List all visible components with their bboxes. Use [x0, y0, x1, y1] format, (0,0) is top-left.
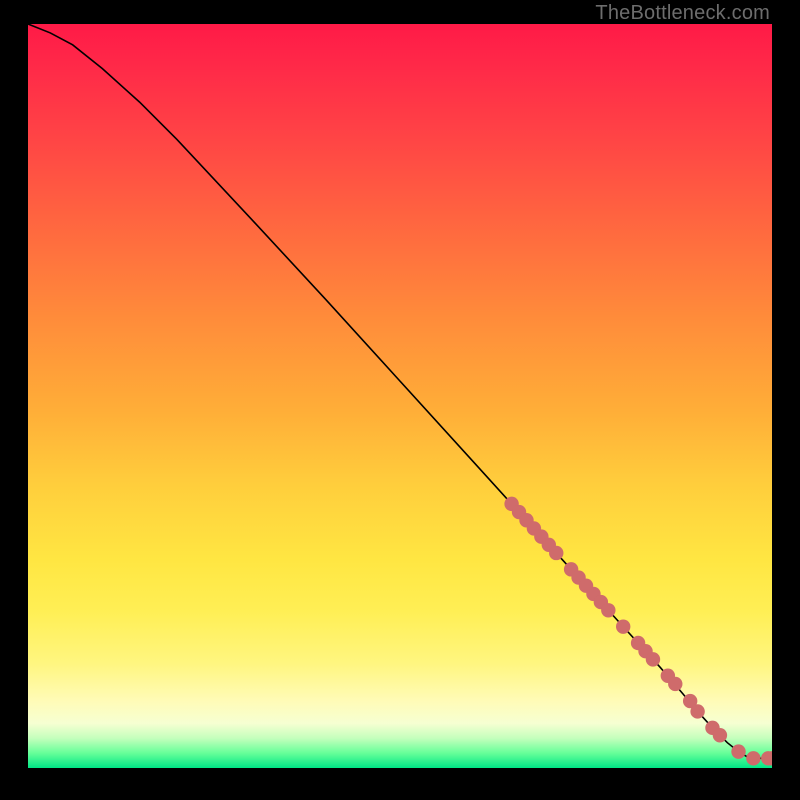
plot-svg: [28, 24, 772, 768]
markers-group: [504, 497, 772, 766]
data-point: [713, 728, 727, 742]
data-point: [668, 677, 682, 691]
data-point: [690, 704, 704, 718]
data-point: [731, 744, 745, 758]
data-point: [746, 751, 760, 765]
chart-stage: TheBottleneck.com: [0, 0, 800, 800]
data-point: [616, 619, 630, 633]
bottleneck-curve: [28, 24, 772, 758]
data-point: [646, 652, 660, 666]
plot-area: [28, 24, 772, 768]
data-point: [601, 603, 615, 617]
watermark-text: TheBottleneck.com: [595, 2, 770, 25]
data-point: [549, 546, 563, 560]
